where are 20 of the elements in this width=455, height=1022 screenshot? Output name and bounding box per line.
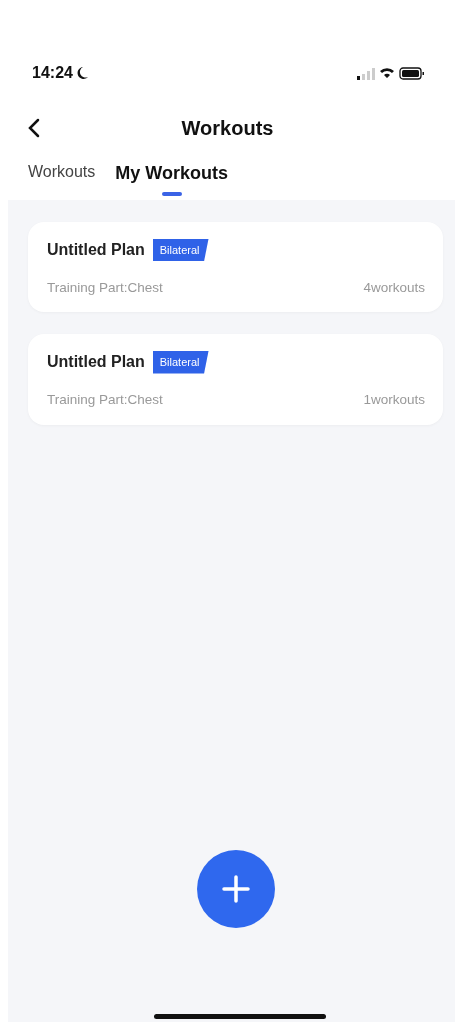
plus-icon: [221, 874, 251, 904]
tab[interactable]: Workouts: [28, 160, 96, 184]
status-time: 14:24: [32, 63, 73, 83]
back-icon[interactable]: [28, 118, 40, 138]
workout-count: 4workouts: [363, 279, 425, 297]
plan-title: Untitled Plan: [47, 352, 145, 373]
plan-title: Untitled Plan: [47, 240, 145, 260]
wifi-icon: [379, 67, 395, 79]
battery-icon: [399, 66, 425, 80]
plan-tag: Bilateral: [152, 238, 209, 262]
moon-icon: [76, 66, 89, 80]
plan-card[interactable]: Untitled Plan Bilateral Training Part:Chest 1workouts: [28, 334, 443, 425]
plan-tag: Bilateral: [152, 351, 209, 374]
workout-count: 1workouts: [363, 391, 425, 410]
training-part: Training Part:Chest: [47, 391, 163, 410]
plan-card[interactable]: Untitled Plan Bilateral Training Part:Chest 4workouts: [28, 222, 443, 313]
signal-icon: [357, 66, 375, 80]
page-title: Workouts: [181, 116, 274, 141]
tab[interactable]: My Workouts: [115, 160, 228, 196]
training-part: Training Part:Chest: [47, 279, 163, 297]
